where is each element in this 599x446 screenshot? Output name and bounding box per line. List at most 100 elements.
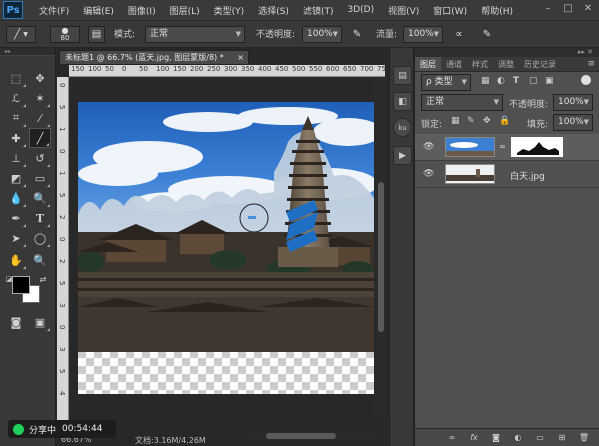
tab-styles[interactable]: 样式: [467, 57, 493, 71]
clone-stamp-tool[interactable]: ⊥: [5, 148, 27, 168]
fx-icon[interactable]: fx: [467, 432, 481, 444]
lock-position-icon[interactable]: ✥: [483, 116, 491, 126]
layer-mask-thumbnail[interactable]: [511, 137, 563, 157]
foreground-color-swatch[interactable]: [12, 276, 30, 294]
swap-colors-button[interactable]: ⇄: [36, 272, 50, 286]
fill-field[interactable]: 100% ▼: [553, 114, 593, 131]
actions-panel-button[interactable]: ▶: [393, 146, 412, 165]
menu-edit[interactable]: 编辑(E): [83, 4, 114, 17]
layer-row[interactable]: 👁 白天.jpg: [415, 161, 599, 188]
airbrush-button[interactable]: ∝: [450, 26, 468, 43]
blur-tool[interactable]: 💧: [5, 188, 27, 208]
hand-tool[interactable]: ✋: [5, 250, 27, 270]
maximize-button[interactable]: □: [561, 3, 575, 15]
move-tool[interactable]: ✥: [29, 68, 51, 88]
properties-panel-button[interactable]: ◧: [393, 92, 412, 111]
gradient-tool[interactable]: ▭: [29, 168, 51, 188]
canvas[interactable]: [78, 102, 374, 394]
adjustment-icon[interactable]: ◐: [511, 432, 525, 444]
layer-row[interactable]: 👁 ∞: [415, 134, 599, 161]
menu-view[interactable]: 视图(V): [388, 4, 419, 17]
menu-type[interactable]: 类型(Y): [214, 4, 245, 17]
menu-filter[interactable]: 滤镜(T): [303, 4, 334, 17]
magic-wand-tool[interactable]: ✶: [29, 88, 51, 108]
blend-mode-select[interactable]: 正常 ▼: [421, 94, 503, 111]
filter-adjustment-icon[interactable]: ◐: [497, 76, 505, 86]
scroll-thumb[interactable]: [378, 182, 384, 332]
dodge-tool[interactable]: 🔍: [29, 188, 51, 208]
marquee-tool[interactable]: ⬚: [5, 68, 27, 88]
trash-icon[interactable]: 🗑: [577, 432, 591, 444]
layer-thumbnail[interactable]: [445, 137, 495, 157]
tab-history[interactable]: 历史记录: [519, 57, 561, 71]
pressure-opacity-button[interactable]: ✎: [348, 26, 366, 43]
eye-icon[interactable]: 👁: [423, 142, 435, 152]
zoom-tool[interactable]: 🔍: [29, 250, 51, 270]
mask-icon[interactable]: ◙: [489, 432, 503, 444]
toolbox-grip[interactable]: ◂◂: [0, 48, 55, 56]
mode-select[interactable]: 正常 ▼: [145, 26, 245, 43]
tool-preset-picker[interactable]: ╱ ▼: [6, 26, 36, 43]
link-icon[interactable]: ∞: [445, 432, 459, 444]
opacity-field[interactable]: 100% ▼: [302, 26, 342, 43]
ruler-horizontal[interactable]: 150 100 50 0 50 100 150 200 250 300 350 400 450 500 55…: [69, 65, 385, 77]
history-panel-button[interactable]: ▤: [393, 66, 412, 85]
close-window-button[interactable]: ✕: [581, 3, 595, 15]
brush-panel-toggle[interactable]: ▤: [88, 26, 105, 43]
pressure-size-button[interactable]: ✎: [478, 26, 496, 43]
new-layer-icon[interactable]: ⊞: [555, 432, 569, 444]
filter-smart-object-icon[interactable]: ▣: [545, 76, 554, 86]
plugin-panel-button[interactable]: ku: [393, 118, 412, 137]
panel-menu-icon[interactable]: ≡: [587, 57, 599, 71]
lock-all-icon[interactable]: 🔒: [499, 116, 510, 126]
shape-tool[interactable]: ◯: [29, 228, 51, 248]
brush-picker[interactable]: ● 80: [50, 26, 80, 43]
lock-transparency-icon[interactable]: ▦: [451, 116, 460, 126]
menu-select[interactable]: 选择(S): [258, 4, 289, 17]
layer-thumbnail[interactable]: [445, 164, 495, 184]
tab-adjustments[interactable]: 调整: [493, 57, 519, 71]
menu-window[interactable]: 窗口(W): [433, 4, 467, 17]
crop-tool[interactable]: ⌗: [5, 108, 27, 128]
history-brush-tool[interactable]: ↺: [29, 148, 51, 168]
flow-field[interactable]: 100% ▼: [403, 26, 443, 43]
screen-share-indicator[interactable]: 分享中 00:54:44: [8, 420, 116, 438]
link-icon[interactable]: ∞: [499, 142, 506, 151]
filter-pixel-icon[interactable]: ▦: [481, 76, 490, 86]
pen-pressure-icon: ✎: [352, 29, 362, 40]
ruler-vertical[interactable]: 051015202530354: [57, 77, 69, 422]
menu-help[interactable]: 帮助(H): [481, 4, 513, 17]
group-icon[interactable]: ▭: [533, 432, 547, 444]
vertical-scrollbar[interactable]: [375, 77, 387, 417]
menu-3d[interactable]: 3D(D): [347, 5, 374, 15]
type-tool[interactable]: T: [29, 208, 51, 228]
horizontal-scrollbar[interactable]: [252, 431, 372, 441]
filter-type-icon[interactable]: T: [513, 76, 519, 86]
brush-tool[interactable]: ╱: [29, 128, 51, 148]
filter-toggle[interactable]: [581, 75, 591, 85]
layer-opacity-field[interactable]: 100% ▼: [553, 94, 593, 111]
layer-name[interactable]: 白天.jpg: [510, 169, 545, 182]
quick-mask-button[interactable]: ◙: [5, 312, 27, 332]
close-tab-button[interactable]: ×: [237, 51, 244, 64]
screen-mode-button[interactable]: ▣: [29, 312, 51, 332]
spot-healing-tool[interactable]: ✚: [5, 128, 27, 148]
pen-tool[interactable]: ✒: [5, 208, 27, 228]
menu-file[interactable]: 文件(F): [39, 4, 69, 17]
tab-channels[interactable]: 通道: [441, 57, 467, 71]
menu-image[interactable]: 图像(I): [128, 4, 156, 17]
eye-icon[interactable]: 👁: [423, 169, 435, 179]
panel-collapse-bar[interactable]: ▸▸ ✕: [415, 48, 599, 57]
menu-layer[interactable]: 图层(L): [170, 4, 200, 17]
minimize-button[interactable]: –: [541, 3, 555, 15]
eraser-tool[interactable]: ◩: [5, 168, 27, 188]
filter-shape-icon[interactable]: ▢: [529, 76, 538, 86]
tab-layers[interactable]: 图层: [415, 57, 441, 71]
lock-pixels-icon[interactable]: ✎: [467, 116, 475, 126]
eyedropper-tool[interactable]: ⁄: [29, 108, 51, 128]
scroll-thumb[interactable]: [266, 433, 336, 439]
document-tab[interactable]: 未标题1 @ 66.7% (蓝天.jpg, 图层蒙版/8) * ×: [59, 50, 249, 65]
layer-filter-select[interactable]: ρ 类型 ▼: [421, 74, 471, 91]
lasso-tool[interactable]: ℒ: [5, 88, 27, 108]
path-selection-tool[interactable]: ➤: [5, 228, 27, 248]
